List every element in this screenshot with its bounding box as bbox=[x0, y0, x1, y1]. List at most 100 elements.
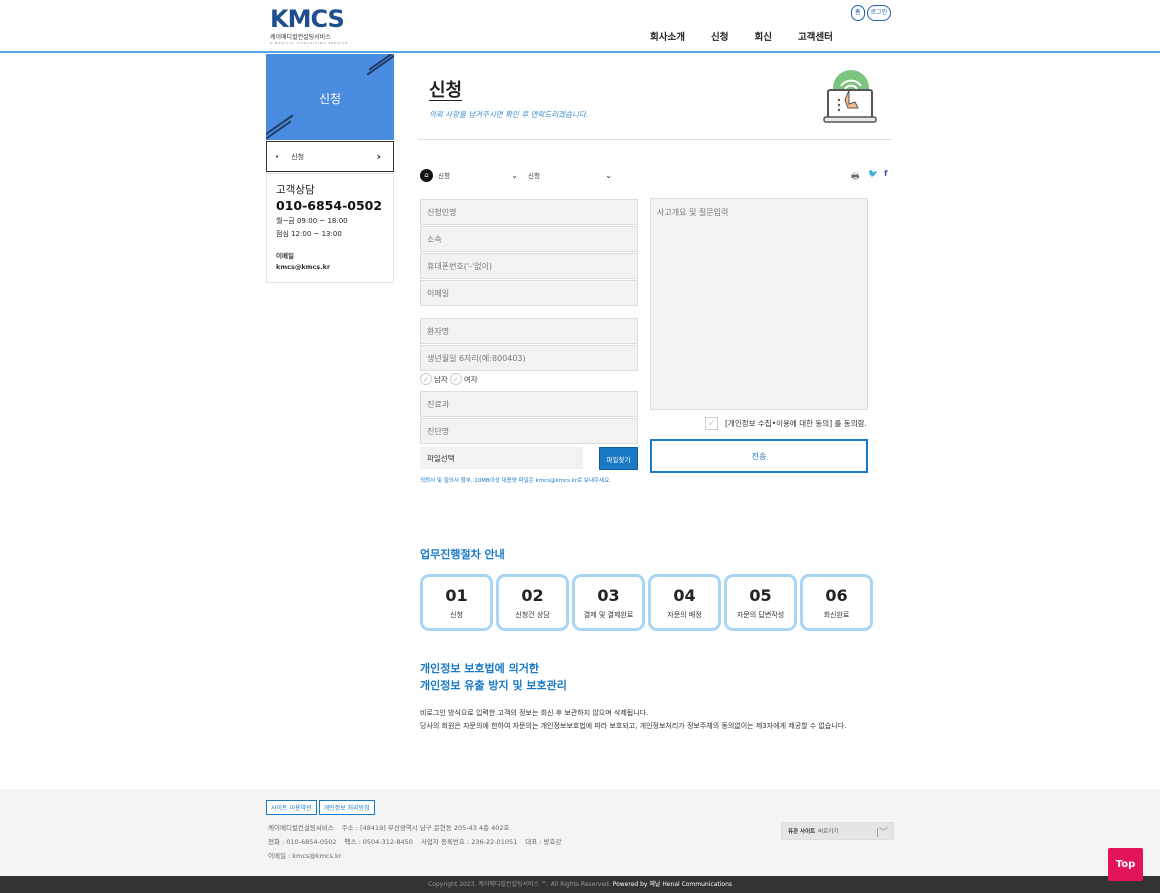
print-icon[interactable]: 🖶 bbox=[851, 169, 860, 185]
home-link[interactable]: 홈 bbox=[851, 5, 865, 21]
support-email-label: 이메일 bbox=[276, 252, 294, 260]
process-step: 02 신청건 상담 bbox=[496, 574, 569, 631]
footer-links: 사이트 이용약관 개인정보 처리방침 bbox=[266, 800, 375, 815]
sidebar-banner-title: 신청 bbox=[318, 92, 342, 106]
affiliation-input[interactable]: 소속 bbox=[420, 226, 638, 252]
chevron-down-icon: ⌄ bbox=[605, 170, 612, 180]
gender-male-label: 남자 bbox=[434, 374, 448, 384]
family-site-label: 유관 사이트 bbox=[788, 829, 816, 835]
privacy-title-line: 개인정보 유출 방지 및 보호관리 bbox=[420, 679, 567, 692]
scroll-top-button[interactable]: Top bbox=[1108, 848, 1143, 881]
company-name: 케이메디컬컨설팅서비스 bbox=[268, 824, 334, 832]
step-label: 결제 및 결제완료 bbox=[583, 611, 634, 619]
copyright-bar: Copyright 2023. 케이메디컬컨설팅서비스 ™. All Right… bbox=[0, 876, 1160, 893]
sidebar-item-label: 신청 bbox=[291, 152, 305, 161]
agree-label: [개인정보 수집•이용에 대한 동의] 를 동의함. bbox=[725, 419, 867, 428]
nav-item-company[interactable]: 회사소개 bbox=[650, 29, 685, 43]
birth-date-input[interactable]: 생년월일 6자리(예:800403) bbox=[420, 345, 638, 371]
nav-item-support[interactable]: 고객센터 bbox=[798, 29, 833, 43]
privacy-text-line: 당사의 회원은 자문의에 한하여 자문의는 개인정보보호법에 따라 보호되고, … bbox=[420, 722, 847, 730]
applicant-name-input[interactable]: 신청인명 bbox=[420, 199, 638, 225]
process-title: 업무진행절차 안내 bbox=[420, 548, 505, 561]
top-links: 홈 로그인 bbox=[851, 5, 892, 21]
gender-female-radio[interactable]: ✓ bbox=[449, 373, 462, 385]
process-step: 03 결제 및 결제완료 bbox=[572, 574, 645, 631]
support-hours-weekday: 월~금 09:00 ~ 18:00 bbox=[276, 217, 348, 225]
page-title: 신청 bbox=[429, 80, 463, 101]
sidebar-item-apply[interactable]: • 신청 › bbox=[266, 141, 394, 172]
sidebar-banner: 신청 bbox=[266, 54, 394, 140]
question-textarea[interactable]: 사고개요 및 질문입력 bbox=[650, 198, 868, 410]
twitter-icon[interactable]: 🐦 bbox=[868, 169, 878, 178]
privacy-text-line: 비로그인 방식으로 입력한 고객의 정보는 회신 후 보관하지 않으며 삭제됩니… bbox=[420, 709, 649, 717]
site-footer: 사이트 이용약관 개인정보 처리방침 케이메디컬컨설팅서비스 주소 : [4841… bbox=[0, 789, 1160, 876]
agree-checkbox[interactable]: ✓ bbox=[705, 417, 718, 430]
nav-item-reply[interactable]: 회신 bbox=[754, 29, 771, 43]
gender-male-radio[interactable]: ✓ bbox=[420, 373, 432, 385]
login-link[interactable]: 로그인 bbox=[866, 5, 892, 21]
step-number: 01 bbox=[445, 586, 468, 605]
copyright-text: Copyright 2023. 케이메디컬컨설팅서비스 ™. All Right… bbox=[428, 881, 611, 888]
family-site-text: 바로가기 bbox=[818, 829, 839, 835]
submit-button[interactable]: 전송 bbox=[650, 439, 868, 473]
breadcrumb-select-1[interactable]: 신청 ⌄ bbox=[438, 167, 518, 183]
step-number: 06 bbox=[825, 586, 848, 605]
page-subtitle: 의뢰 사항을 남겨주시면 확인 후 연락드리겠습니다. bbox=[429, 110, 589, 119]
phone-input[interactable]: 휴대폰번호('-'없이) bbox=[420, 253, 638, 279]
support-hours-lunch: 점심 12:00 ~ 13:00 bbox=[276, 230, 342, 238]
company-email: 이메일 : kmcs@kmcs.kr bbox=[268, 852, 342, 860]
title-divider bbox=[418, 139, 891, 140]
terms-link[interactable]: 사이트 이용약관 bbox=[266, 800, 317, 815]
support-title: 고객상담 bbox=[276, 184, 315, 196]
email-input[interactable]: 이메일 bbox=[420, 280, 638, 306]
chevron-right-icon: › bbox=[376, 150, 381, 163]
process-step: 05 자문의 답변작성 bbox=[724, 574, 797, 631]
process-step: 06 회신완료 bbox=[800, 574, 873, 631]
banner-stripe-icon bbox=[366, 54, 394, 76]
logo-subtitle: 케이메디컬컨설팅서비스 bbox=[270, 34, 331, 41]
breadcrumb-label: 신청 bbox=[438, 172, 450, 180]
chevron-down-icon: ⌄ bbox=[511, 170, 518, 180]
bullet-icon: • bbox=[275, 152, 280, 161]
main-nav: 회사소개 신청 회신 고객센터 bbox=[650, 29, 859, 43]
step-label: 신청 bbox=[450, 611, 463, 619]
support-email: kmcs@kmcs.kr bbox=[276, 263, 331, 271]
customer-support-box: 고객상담 010-6854-0502 월~금 09:00 ~ 18:00 점심 … bbox=[266, 173, 394, 283]
diagnosis-input[interactable]: 진단명 bbox=[420, 418, 638, 444]
family-site-select[interactable]: 유관 사이트 바로가기 |﹀ bbox=[781, 822, 894, 840]
step-label: 회신완료 bbox=[823, 611, 850, 619]
file-name-field[interactable]: 파일선택 bbox=[420, 447, 583, 469]
step-number: 03 bbox=[597, 586, 620, 605]
home-icon[interactable]: ⌂ bbox=[420, 168, 433, 182]
patient-name-input[interactable]: 환자명 bbox=[420, 318, 638, 344]
step-number: 02 bbox=[521, 586, 544, 605]
company-phone: 전화 : 010-6854-0502 bbox=[268, 838, 337, 846]
banner-stripe-icon bbox=[266, 114, 294, 136]
site-logo[interactable]: KMCS 케이메디컬컨설팅서비스 K-MEDICAL CONSULTING SE… bbox=[270, 7, 348, 45]
process-step: 01 신청 bbox=[420, 574, 493, 631]
breadcrumb-select-2[interactable]: 신청 ⌄ bbox=[528, 167, 612, 183]
breadcrumb-label: 신청 bbox=[528, 172, 540, 180]
logo-text: KMCS bbox=[270, 5, 345, 33]
file-browse-button[interactable]: 파일찾기 bbox=[599, 447, 638, 470]
logo-subtitle-en: K-MEDICAL CONSULTING SERVICE bbox=[270, 41, 349, 45]
facebook-icon[interactable]: f bbox=[884, 169, 887, 178]
privacy-policy-link[interactable]: 개인정보 처리방침 bbox=[318, 800, 375, 815]
step-number: 05 bbox=[749, 586, 772, 605]
gender-radio-group: ✓ 남자 ✓ 여자 bbox=[420, 373, 478, 385]
chevron-down-icon: |﹀ bbox=[875, 828, 888, 838]
company-fax: 팩스 : 0504-312-8450 bbox=[344, 838, 413, 846]
department-input[interactable]: 진료과 bbox=[420, 391, 638, 417]
powered-by[interactable]: Powered by 헤날 Henal Communications bbox=[613, 881, 732, 888]
process-steps: 01 신청 02 신청건 상담 03 결제 및 결제완료 04 자문의 배정 05 자문의… bbox=[420, 574, 873, 631]
process-step: 04 자문의 배정 bbox=[648, 574, 721, 631]
nav-item-apply[interactable]: 신청 bbox=[711, 29, 728, 43]
privacy-title-line: 개인정보 보호법에 의거한 bbox=[420, 662, 539, 675]
step-label: 자문의 답변작성 bbox=[736, 611, 785, 619]
company-ceo: 대표 : 방효강 bbox=[525, 838, 562, 846]
file-note: 의뢰서 및 질의서 첨부, 10MB이상 대용량 파일은 kmcs@kmcs.k… bbox=[420, 478, 611, 484]
privacy-title: 개인정보 보호법에 의거한 개인정보 유출 방지 및 보호관리 bbox=[420, 660, 567, 694]
support-hours: 월~금 09:00 ~ 18:00 점심 12:00 ~ 13:00 bbox=[276, 215, 384, 241]
company-biz-no: 사업자 등록번호 : 236-22-01051 bbox=[420, 838, 518, 846]
laptop-touch-icon bbox=[823, 70, 877, 123]
